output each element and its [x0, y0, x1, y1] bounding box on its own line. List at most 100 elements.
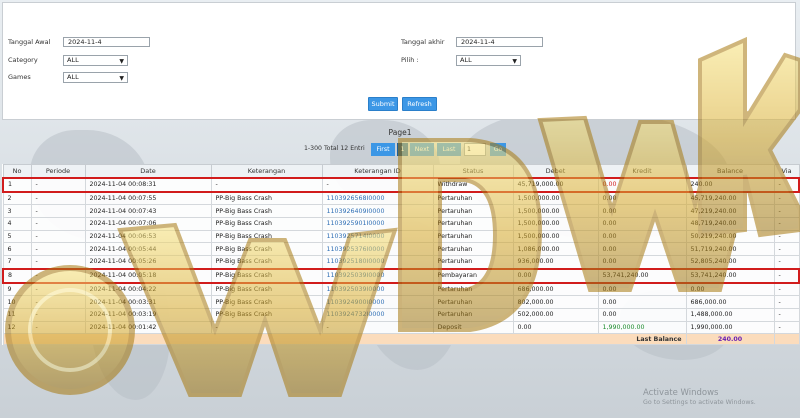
cell-balance: 45,719,240.00 [685, 191, 775, 206]
column-header: Date [84, 164, 212, 179]
column-header: Keterangan ID [321, 164, 434, 179]
cell-ket-id: - [321, 177, 434, 193]
last-balance-label: Last Balance [2, 333, 687, 346]
page-number-input[interactable]: 1 [464, 143, 486, 156]
cell-kredit: 0.00 [597, 177, 687, 193]
pagination-info: 1-300 Total 12 Entri [304, 145, 365, 152]
cell-ket-id[interactable]: 1103925039I0000 [321, 267, 434, 284]
cell-periode: - [30, 177, 86, 193]
cell-debet: 0.00 [512, 267, 599, 284]
pilih-value: ALL [460, 56, 472, 64]
column-header: Via [773, 164, 800, 179]
cell-balance: 51,719,240.00 [685, 242, 775, 257]
cell-keterangan: PP-Big Bass Crash [210, 295, 323, 309]
activate-subtitle: Go to Settings to activate Windows. [643, 399, 756, 406]
table-row: 8-2024-11-04 00:05:18 PP-Big Bass Crash 11… [2, 267, 800, 284]
cell-ket-id[interactable]: 1103925180I0000 [321, 255, 434, 270]
category-value: ALL [67, 56, 79, 64]
cell-kredit: 0.00 [597, 255, 687, 270]
column-header: Periode [30, 164, 86, 179]
cell-periode: - [30, 242, 86, 257]
cell-debet: 1,500,000.00 [512, 217, 599, 231]
current-page-button[interactable]: 1 [397, 143, 408, 156]
cell-via: - [773, 177, 800, 193]
table-row: 12-2024-11-04 00:01:42- - Deposit 0.00 1,990… [2, 320, 800, 335]
cell-ket-id[interactable]: 1103926568I0000 [321, 191, 434, 206]
category-label: Category [8, 56, 38, 64]
cell-balance: 0.00 [685, 281, 775, 297]
cell-debet: 502,000.00 [512, 307, 599, 322]
table-row: 9-2024-11-04 00:04:22 PP-Big Bass Crash 11… [2, 281, 800, 297]
cell-keterangan: PP-Big Bass Crash [210, 267, 323, 284]
cell-ket-id[interactable]: 1103925901I0000 [321, 217, 434, 231]
next-page-button[interactable]: Next [410, 143, 434, 156]
cell-ket-id[interactable]: 1103925714I0000 [321, 229, 434, 244]
games-select[interactable]: ALL ▼ [63, 72, 128, 83]
cell-via: - [773, 204, 800, 219]
last-balance-via [773, 333, 800, 346]
cell-periode: - [30, 204, 86, 219]
cell-via: - [773, 191, 800, 206]
category-select[interactable]: ALL ▼ [63, 55, 128, 66]
cell-keterangan: PP-Big Bass Crash [210, 229, 323, 244]
cell-via: - [773, 267, 800, 284]
cell-debet: 0.00 [512, 320, 599, 335]
first-page-button[interactable]: First [371, 143, 395, 156]
cell-no: 7 [2, 255, 32, 270]
cell-date: 2024-11-04 00:06:53 [84, 229, 212, 244]
cell-debet: 1,086,000.00 [512, 242, 599, 257]
cell-no: 6 [2, 242, 32, 257]
cell-no: 5 [2, 229, 32, 244]
table-row: 5-2024-11-04 00:06:53 PP-Big Bass Crash 11… [2, 229, 800, 244]
cell-periode: - [30, 307, 86, 322]
cell-via: - [773, 242, 800, 257]
cell-date: 2024-11-04 00:05:18 [84, 267, 212, 284]
cell-ket-id[interactable]: 1103924900I0000 [321, 295, 434, 309]
cell-date: 2024-11-04 00:07:43 [84, 204, 212, 219]
cell-kredit: 0.00 [597, 281, 687, 297]
cell-periode: - [30, 229, 86, 244]
table-row: 7-2024-11-04 00:05:26 PP-Big Bass Crash 11… [2, 255, 800, 270]
cell-balance: 686,000.00 [685, 295, 775, 309]
cell-kredit: 0.00 [597, 217, 687, 231]
cell-status: Pertaruhan [432, 191, 514, 206]
page-title: Page1 [388, 128, 412, 137]
cell-debet: 1,500,000.00 [512, 204, 599, 219]
cell-balance: 52,805,240.00 [685, 255, 775, 270]
submit-button[interactable]: Submit [368, 97, 398, 111]
cell-periode: - [30, 191, 86, 206]
activate-windows-notice: Activate Windows Go to Settings to activ… [643, 388, 756, 406]
cell-balance: 1,488,000.00 [685, 307, 775, 322]
column-header: No [2, 164, 32, 179]
cell-date: 2024-11-04 00:04:22 [84, 281, 212, 297]
cell-no: 10 [2, 295, 32, 309]
cell-status: Withdraw [432, 177, 514, 193]
pilih-label: Pilih : [401, 56, 419, 64]
pilih-select[interactable]: ALL ▼ [456, 55, 521, 66]
cell-keterangan: PP-Big Bass Crash [210, 217, 323, 231]
go-button[interactable]: Go [490, 143, 506, 156]
cell-date: 2024-11-04 00:03:31 [84, 295, 212, 309]
cell-kredit: 0.00 [597, 295, 687, 309]
cell-ket-id[interactable]: 1103925039I0000 [321, 281, 434, 297]
cell-ket-id[interactable]: 1103926409I0000 [321, 204, 434, 219]
start-date-input[interactable]: 2024-11-4 [63, 37, 150, 47]
cell-keterangan: PP-Big Bass Crash [210, 191, 323, 206]
cell-via: - [773, 281, 800, 297]
cell-ket-id: - [321, 320, 434, 335]
cell-status: Pertaruhan [432, 229, 514, 244]
cell-ket-id[interactable]: 1103925376I0000 [321, 242, 434, 257]
cell-status: Pertaruhan [432, 204, 514, 219]
refresh-button[interactable]: Refresh [402, 97, 437, 111]
last-page-button[interactable]: Last [437, 143, 461, 156]
filter-panel: Tanggal Awal 2024-11-4 Category ALL ▼ Ga… [2, 2, 796, 120]
cell-ket-id[interactable]: 1103924732I0000 [321, 307, 434, 322]
games-value: ALL [67, 73, 79, 81]
cell-status: Pertaruhan [432, 295, 514, 309]
cell-date: 2024-11-04 00:08:31 [84, 177, 212, 193]
cell-kredit: 0.00 [597, 191, 687, 206]
table-row: 10-2024-11-04 00:03:31 PP-Big Bass Crash 1… [2, 295, 800, 309]
cell-keterangan: PP-Big Bass Crash [210, 204, 323, 219]
cell-periode: - [30, 295, 86, 309]
end-date-input[interactable]: 2024-11-4 [456, 37, 543, 47]
